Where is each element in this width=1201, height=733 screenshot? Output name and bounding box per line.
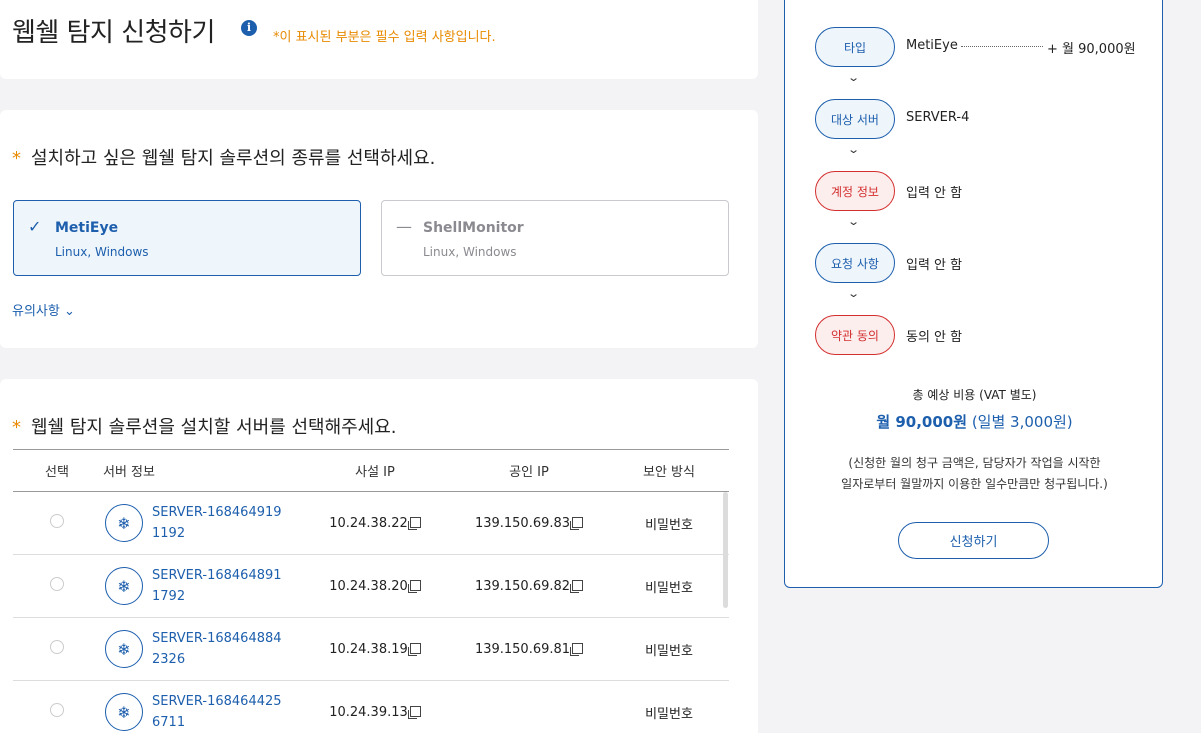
server-question-text: 웹쉘 탐지 솔루션을 설치할 서버를 선택해주세요. xyxy=(31,417,397,438)
server-name-link[interactable]: SERVER-1684649191192 xyxy=(152,502,282,544)
step-account-info[interactable]: 계정 정보 xyxy=(815,171,895,211)
notice-link[interactable]: 유의사항 ⌄ xyxy=(12,300,75,319)
col-private-ip: 사설 IP xyxy=(301,449,449,492)
step-request-value: 입력 안 함 xyxy=(906,258,963,273)
option-os: Linux, Windows xyxy=(55,245,149,259)
dash-icon: — xyxy=(396,217,412,236)
option-metieye[interactable]: ✓ MetiEye Linux, Windows xyxy=(13,200,361,276)
server-table: 선택 서버 정보 사설 IP 공인 IP 보안 방식 ❄ SERVER-16846… xyxy=(13,449,729,733)
required-star: * xyxy=(12,417,21,438)
copy-icon[interactable] xyxy=(409,516,421,528)
option-name: MetiEye xyxy=(55,220,119,236)
server-card: * 웹쉘 탐지 솔루션을 설치할 서버를 선택해주세요. 선택 서버 정보 사설 … xyxy=(0,379,758,733)
table-header-row: 선택 서버 정보 사설 IP 공인 IP 보안 방식 xyxy=(13,449,729,492)
copy-icon[interactable] xyxy=(409,642,421,654)
security-method: 비밀번호 xyxy=(609,491,729,555)
table-scrollbar[interactable] xyxy=(723,492,728,608)
col-public-ip: 공인 IP xyxy=(449,449,609,492)
step-type-value: MetiEye xyxy=(906,38,958,53)
public-ip: 139.150.69.81 xyxy=(474,641,571,657)
type-price: + 월 90,000원 xyxy=(1047,42,1136,57)
chevron-down-icon: ⌄ xyxy=(847,143,861,156)
server-name-link[interactable]: SERVER-1684648842326 xyxy=(152,628,282,670)
server-icon: ❄ xyxy=(105,504,143,542)
apply-button[interactable]: 신청하기 xyxy=(898,522,1049,559)
header-card: 웹쉘 탐지 신청하기 i *이 표시된 부분은 필수 입력 사항입니다. xyxy=(0,0,758,79)
solution-question-text: 설치하고 싶은 웹쉘 탐지 솔루션의 종류를 선택하세요. xyxy=(31,148,436,169)
copy-icon[interactable] xyxy=(572,516,584,528)
security-method: 비밀번호 xyxy=(609,617,729,681)
option-shellmonitor[interactable]: — ShellMonitor Linux, Windows xyxy=(381,200,729,276)
step-type[interactable]: 타입 xyxy=(815,27,895,67)
chevron-down-icon: ⌄ xyxy=(847,71,861,84)
copy-icon[interactable] xyxy=(572,579,584,591)
server-name-link[interactable]: SERVER-1684644256711 xyxy=(152,691,282,733)
summary-panel: 타입 MetiEye + 월 90,000원 ⌄ 대상 서버 SERVER-4 … xyxy=(784,0,1163,588)
server-icon: ❄ xyxy=(105,567,143,605)
step-request[interactable]: 요청 사항 xyxy=(815,243,895,283)
copy-icon[interactable] xyxy=(572,642,584,654)
billing-note-line: 일자로부터 월말까지 이용한 일수만큼만 청구됩니다.) xyxy=(841,477,1108,491)
copy-icon[interactable] xyxy=(409,705,421,717)
total-daily: (일별 3,000원) xyxy=(971,413,1073,431)
private-ip: 10.24.39.13 xyxy=(329,704,408,720)
public-ip: 139.150.69.82 xyxy=(474,578,571,594)
private-ip: 10.24.38.20 xyxy=(329,578,408,594)
table-row[interactable]: ❄ SERVER-1684648842326 10.24.38.19 139.15… xyxy=(13,617,729,681)
chevron-down-icon: ⌄ xyxy=(847,215,861,228)
chevron-down-icon: ⌄ xyxy=(847,287,861,300)
select-radio[interactable] xyxy=(50,514,64,528)
server-icon: ❄ xyxy=(105,693,143,731)
price-leader xyxy=(961,46,1043,47)
copy-icon[interactable] xyxy=(409,579,421,591)
table-row[interactable]: ❄ SERVER-1684649191192 10.24.38.22 139.15… xyxy=(13,491,729,555)
option-name: ShellMonitor xyxy=(423,220,524,236)
select-radio[interactable] xyxy=(50,640,64,654)
step-account-info-value: 입력 안 함 xyxy=(906,186,963,201)
private-ip: 10.24.38.19 xyxy=(329,641,408,657)
check-icon: ✓ xyxy=(28,217,42,236)
col-server-info: 서버 정보 xyxy=(101,449,301,492)
solution-card: * 설치하고 싶은 웹쉘 탐지 솔루션의 종류를 선택하세요. ✓ MetiEye… xyxy=(0,110,758,348)
solution-question: * 설치하고 싶은 웹쉘 탐지 솔루션의 종류를 선택하세요. xyxy=(12,144,435,170)
server-question: * 웹쉘 탐지 솔루션을 설치할 서버를 선택해주세요. xyxy=(12,413,397,439)
col-select: 선택 xyxy=(13,449,101,492)
total-monthly: 월 90,000원 xyxy=(876,413,968,431)
step-terms-value: 동의 안 함 xyxy=(906,330,963,345)
required-note: *이 표시된 부분은 필수 입력 사항입니다. xyxy=(273,30,496,45)
billing-note-line: (신청한 월의 청구 금액은, 담당자가 작업을 시작한 xyxy=(848,456,1101,470)
total-cost-label: 총 예상 비용 (VAT 별도) xyxy=(912,388,1037,402)
security-method: 비밀번호 xyxy=(609,680,729,733)
page-title: 웹쉘 탐지 신청하기 xyxy=(12,18,215,48)
server-name-link[interactable]: SERVER-1684648911792 xyxy=(152,565,282,607)
private-ip: 10.24.38.22 xyxy=(329,515,408,531)
col-security: 보안 방식 xyxy=(609,449,729,492)
option-os: Linux, Windows xyxy=(423,245,517,259)
table-row[interactable]: ❄ SERVER-1684648911792 10.24.38.20 139.15… xyxy=(13,554,729,618)
step-target-server-value: SERVER-4 xyxy=(906,110,970,125)
security-method: 비밀번호 xyxy=(609,554,729,618)
total-cost: 월 90,000원 (일별 3,000원) xyxy=(785,411,1164,432)
required-star: * xyxy=(12,148,21,169)
step-target-server[interactable]: 대상 서버 xyxy=(815,99,895,139)
server-icon: ❄ xyxy=(105,630,143,668)
select-radio[interactable] xyxy=(50,703,64,717)
billing-note: (신청한 월의 청구 금액은, 담당자가 작업을 시작한일자로부터 월말까지 이… xyxy=(785,453,1164,495)
info-icon[interactable]: i xyxy=(241,20,257,36)
public-ip: 139.150.69.83 xyxy=(474,515,571,531)
step-terms[interactable]: 약관 동의 xyxy=(815,315,895,355)
table-row[interactable]: ❄ SERVER-1684644256711 10.24.39.13 비밀번호 xyxy=(13,680,729,733)
select-radio[interactable] xyxy=(50,577,64,591)
